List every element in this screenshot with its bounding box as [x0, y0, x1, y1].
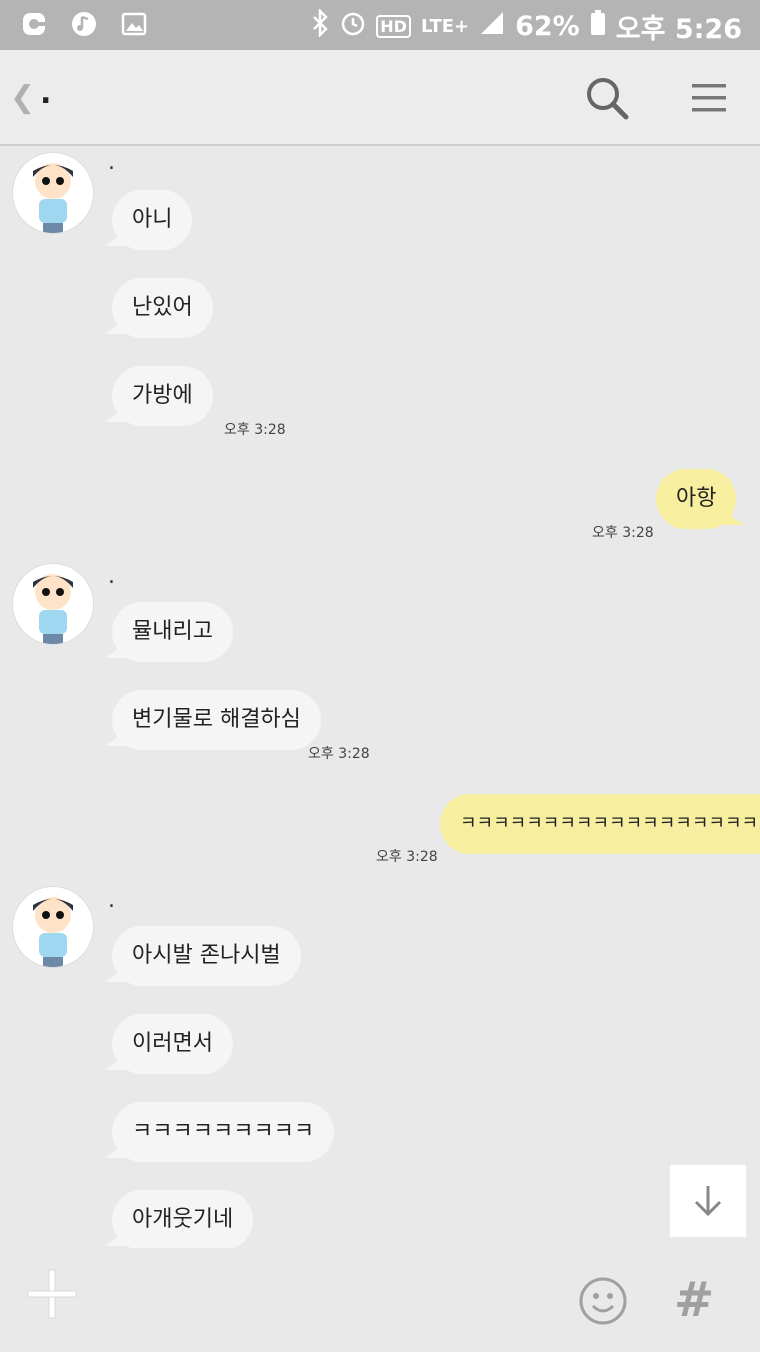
- clock: 오후 5:26: [615, 14, 742, 45]
- sender-name: .: [108, 564, 115, 589]
- emoji-button[interactable]: [578, 1276, 628, 1326]
- chat-header: ❮ .: [0, 50, 760, 146]
- signal-icon: [479, 10, 505, 43]
- alarm-icon: [340, 9, 366, 44]
- battery-icon: [590, 9, 606, 44]
- music-notification-icon: [70, 10, 98, 38]
- message-bubble[interactable]: 이러면서: [104, 1014, 233, 1074]
- image-notification-icon: [120, 10, 148, 38]
- message-bubble[interactable]: 아니: [103, 190, 193, 250]
- hd-icon: HD: [376, 15, 411, 38]
- battery-percent: 62%: [515, 11, 580, 42]
- avatar[interactable]: [12, 152, 94, 234]
- my-message-bubble[interactable]: 아항: [656, 469, 747, 529]
- sender-name: .: [108, 888, 115, 913]
- message-bubble[interactable]: 변기물로 해결하심: [104, 690, 321, 750]
- message-time: 오후 3:28: [224, 422, 286, 438]
- menu-button[interactable]: [690, 78, 730, 118]
- network-type: LTE+: [420, 16, 470, 37]
- my-message-bubble[interactable]: ㅋㅋㅋㅋㅋㅋㅋㅋㅋㅋㅋㅋㅋㅋㅋㅋㅋㅋㅋㅋㅋㅋㅋ: [440, 794, 760, 854]
- avatar[interactable]: [12, 886, 94, 968]
- app-notification-icon: [20, 10, 48, 38]
- message-bubble[interactable]: 뮬내리고: [104, 602, 233, 662]
- sender-name: .: [108, 150, 115, 175]
- plus-icon: [27, 1269, 77, 1319]
- message-time: 오후 3:28: [308, 746, 370, 762]
- message-bubble[interactable]: ㅋㅋㅋㅋㅋㅋㅋㅋㅋ: [103, 1102, 335, 1162]
- attach-button[interactable]: [26, 1268, 78, 1320]
- message-time: 오후 3:28: [376, 849, 438, 865]
- status-bar: HD LTE+ 62% 오후 5:26: [0, 0, 760, 50]
- message-bubble[interactable]: 가방에: [104, 366, 213, 426]
- bluetooth-icon: [310, 7, 330, 44]
- message-bubble[interactable]: 아시발 존나시벌: [104, 926, 301, 986]
- back-button[interactable]: ❮: [10, 78, 36, 118]
- message-bubble[interactable]: 난있어: [104, 278, 213, 338]
- search-button[interactable]: [584, 75, 630, 121]
- hashtag-button[interactable]: #: [674, 1272, 720, 1328]
- hashtag-icon: #: [674, 1272, 715, 1328]
- chevron-left-icon: ❮: [10, 80, 36, 115]
- smiley-icon: [579, 1277, 627, 1325]
- chat-area[interactable]: . 아니 난있어 가방에 오후 3:28 아항 오후 3:28 . 뮬내리고 변…: [0, 146, 760, 1248]
- menu-icon: [692, 84, 726, 112]
- scroll-to-bottom-button[interactable]: [670, 1165, 746, 1237]
- chat-title: .: [40, 76, 52, 111]
- message-bubble[interactable]: 아개웃기네: [103, 1190, 254, 1248]
- message-time: 오후 3:28: [592, 525, 654, 541]
- search-icon: [587, 78, 629, 120]
- input-bar: #: [0, 1248, 760, 1352]
- avatar[interactable]: [12, 563, 94, 645]
- arrow-down-icon: [694, 1186, 722, 1217]
